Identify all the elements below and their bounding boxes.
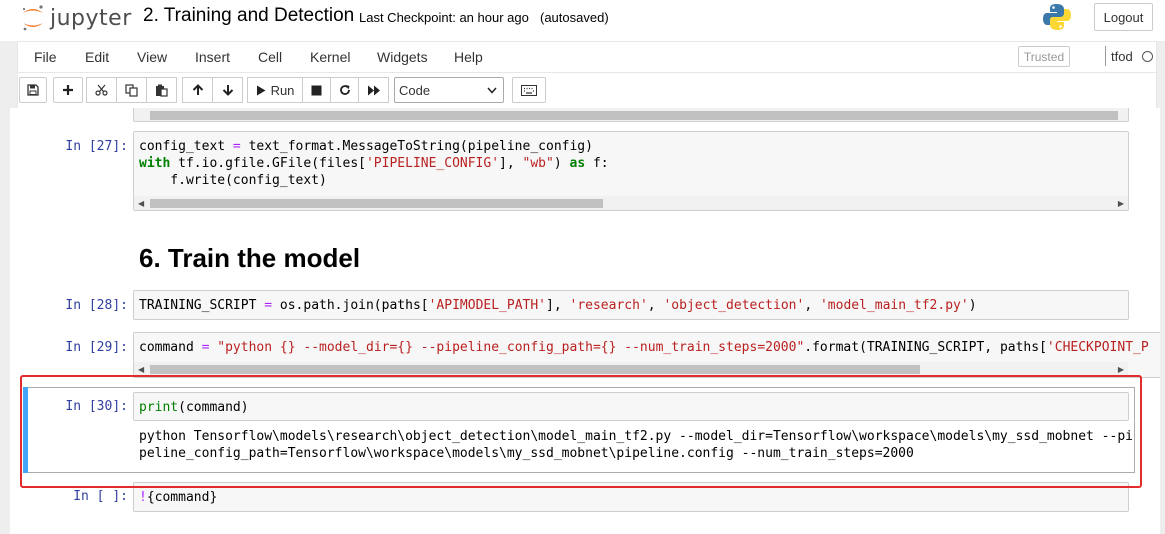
- insert-cell-button[interactable]: [53, 77, 83, 103]
- menu-widgets[interactable]: Widgets: [377, 49, 428, 65]
- horizontal-scrollbar[interactable]: [134, 108, 1128, 121]
- cell-prompt: In [27]:: [65, 139, 128, 154]
- move-down-button[interactable]: [212, 77, 243, 103]
- cell-prompt: In [28]:: [65, 298, 128, 313]
- jupyter-logo[interactable]: jupyter: [20, 3, 132, 33]
- save-button[interactable]: [19, 77, 47, 103]
- markdown-heading: 6. Train the model: [139, 243, 361, 273]
- restart-icon: [339, 85, 350, 95]
- stop-icon: [311, 85, 322, 95]
- logout-button[interactable]: Logout: [1094, 3, 1153, 31]
- code-line: f.write(config_text): [139, 173, 327, 188]
- code-cell-input[interactable]: config_text = text_format.MessageToStrin…: [133, 131, 1129, 211]
- arrow-down-icon: [222, 85, 233, 96]
- keyboard-icon: [521, 84, 537, 96]
- toolbar: Run Code: [17, 73, 1157, 108]
- fast-forward-icon: [367, 85, 380, 95]
- cut-icon: [95, 84, 108, 96]
- cell-type-value: Code: [399, 82, 431, 98]
- menu-insert[interactable]: Insert: [195, 49, 230, 65]
- python-logo-icon: [1042, 2, 1072, 32]
- cell-prompt: In [29]:: [65, 340, 128, 355]
- cell-prompt: In [ ]:: [73, 489, 128, 504]
- autosave-status: (autosaved): [540, 10, 609, 25]
- horizontal-scrollbar[interactable]: ◀ ▶: [134, 362, 1128, 376]
- scrollbar-thumb[interactable]: [150, 111, 1118, 120]
- cell-type-select[interactable]: Code: [394, 77, 504, 103]
- command-palette-button[interactable]: [512, 77, 546, 103]
- kernel-name[interactable]: tfod: [1111, 49, 1133, 64]
- kernel-idle-icon: [1142, 51, 1153, 62]
- jupyter-logo-icon: [20, 4, 46, 32]
- code-cell-input[interactable]: command = "python {} --model_dir={} --pi…: [133, 332, 1160, 378]
- scrollbar-thumb[interactable]: [150, 365, 920, 374]
- chevron-down-icon: [487, 87, 497, 94]
- menu-file[interactable]: File: [34, 49, 57, 65]
- last-checkpoint: Last Checkpoint: an hour ago: [359, 10, 529, 25]
- menu-cell[interactable]: Cell: [258, 49, 282, 65]
- menu-edit[interactable]: Edit: [85, 49, 109, 65]
- move-up-button[interactable]: [182, 77, 213, 103]
- arrow-up-icon: [192, 84, 203, 95]
- scrollbar-thumb[interactable]: [150, 199, 603, 208]
- cut-button[interactable]: [86, 77, 117, 103]
- scroll-right-icon[interactable]: ▶: [1118, 199, 1124, 208]
- code-cell-input[interactable]: TRAINING_SCRIPT = os.path.join(paths['AP…: [133, 290, 1129, 320]
- interrupt-button[interactable]: [302, 77, 331, 103]
- copy-icon: [125, 83, 138, 97]
- scroll-left-icon[interactable]: ◀: [138, 365, 144, 374]
- highlight-box: [20, 375, 1142, 488]
- code-line: config_text = text_format.MessageToStrin…: [139, 139, 593, 154]
- code-line: with tf.io.gfile.GFile(files['PIPELINE_C…: [139, 156, 609, 171]
- run-button[interactable]: Run: [247, 77, 303, 103]
- code-line: !{command}: [139, 490, 218, 505]
- copy-button[interactable]: [116, 77, 147, 103]
- menu-help[interactable]: Help: [454, 49, 483, 65]
- restart-button[interactable]: [330, 77, 359, 103]
- notebook-title[interactable]: 2. Training and Detection: [143, 5, 354, 27]
- trusted-indicator[interactable]: Trusted: [1018, 46, 1070, 67]
- code-line: command = "python {} --model_dir={} --pi…: [139, 340, 1149, 355]
- menu-view[interactable]: View: [137, 49, 167, 65]
- paste-button[interactable]: [146, 77, 177, 103]
- menu-kernel[interactable]: Kernel: [310, 49, 350, 65]
- play-icon: [256, 85, 266, 95]
- header: jupyter 2. Training and Detection Last C…: [0, 0, 1165, 41]
- save-icon: [27, 84, 39, 96]
- jupyter-logo-text: jupyter: [50, 5, 132, 31]
- horizontal-scrollbar[interactable]: ◀ ▶: [134, 196, 1128, 210]
- previous-cell-input[interactable]: [133, 108, 1129, 122]
- scroll-right-icon[interactable]: ▶: [1118, 365, 1124, 374]
- plus-icon: [63, 85, 73, 95]
- run-all-button[interactable]: [358, 77, 389, 103]
- run-label: Run: [270, 82, 295, 98]
- paste-icon: [156, 84, 168, 97]
- scroll-left-icon[interactable]: ◀: [138, 199, 144, 208]
- menu-bar: File Edit View Insert Cell Kernel Widget…: [17, 41, 1157, 73]
- code-line: TRAINING_SCRIPT = os.path.join(paths['AP…: [139, 298, 977, 313]
- kernel-divider: [1105, 46, 1106, 66]
